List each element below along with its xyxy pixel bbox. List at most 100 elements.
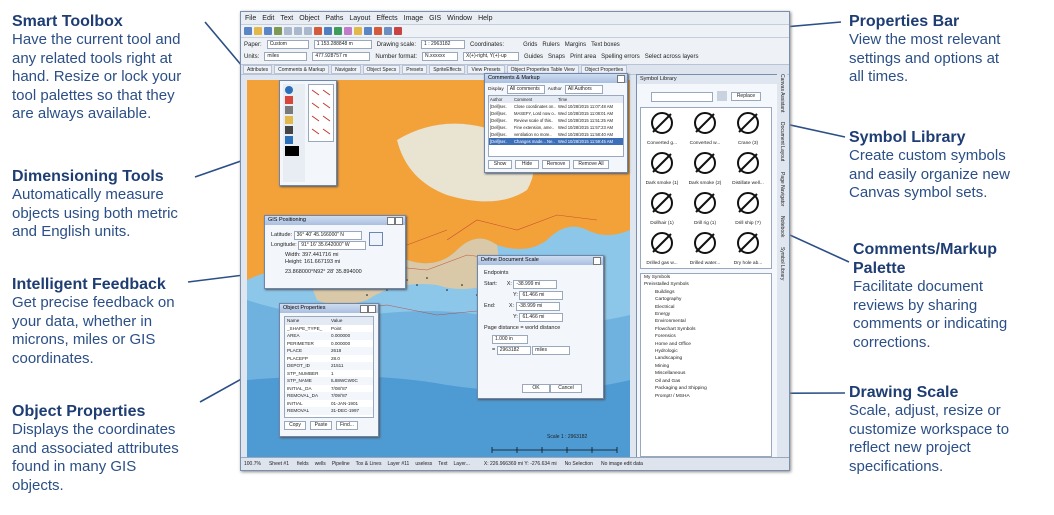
symbol-cell[interactable]: Converted w...: [684, 108, 726, 146]
cancel-button[interactable]: Cancel: [550, 384, 582, 393]
layer-tab[interactable]: Layer...: [453, 461, 469, 467]
table-row[interactable]: PLACEFP 28.0: [285, 355, 373, 363]
symbol-cell[interactable]: Drill ship (?): [727, 188, 769, 226]
check-print-area[interactable]: Print area: [570, 54, 596, 60]
side-tab[interactable]: Page Navigator: [779, 172, 785, 206]
close-icon[interactable]: [368, 305, 376, 313]
ok-button[interactable]: OK: [522, 384, 550, 393]
table-row[interactable]: [Dell]ser.. ventilation no more.. Wed 10/2…: [489, 131, 623, 138]
tree-item[interactable]: Preinstalled Symbols: [641, 281, 771, 288]
dimension-tools-icons[interactable]: [309, 85, 333, 141]
binoculars-icon[interactable]: [717, 91, 727, 101]
open-icon[interactable]: [254, 27, 262, 35]
show-button[interactable]: Show: [488, 160, 512, 169]
tree-item[interactable]: Mining: [641, 363, 771, 370]
find-button[interactable]: Find...: [336, 421, 358, 430]
page-distance-field[interactable]: 1.000 in: [492, 335, 528, 344]
gis-icon[interactable]: [374, 27, 382, 35]
fill-tool-icon[interactable]: [285, 126, 293, 134]
menu-gis[interactable]: GIS: [429, 15, 441, 22]
y-position-field[interactable]: 477.928757 m: [312, 52, 371, 61]
tree-item[interactable]: Energy: [641, 311, 771, 318]
tree-item[interactable]: My Symbols: [641, 274, 771, 281]
table-row[interactable]: DEPOT_ID 21511: [285, 362, 373, 370]
grid-icon[interactable]: [364, 27, 372, 35]
table-row[interactable]: STP_NAME IL88WCW0C: [285, 377, 373, 385]
pen-tool-icon[interactable]: [285, 106, 293, 114]
tree-item[interactable]: Landscaping: [641, 355, 771, 362]
new-icon[interactable]: [244, 27, 252, 35]
layer-tab[interactable]: Text: [438, 461, 447, 467]
coordinates-select[interactable]: X(+)-right, Y(+)-up: [463, 52, 520, 61]
globe-tool-icon[interactable]: [285, 86, 293, 94]
symbol-search-input[interactable]: [651, 92, 713, 102]
start-x-field[interactable]: -38.999 mi: [513, 280, 558, 289]
world-unit-select[interactable]: miles: [532, 346, 571, 355]
table-row[interactable]: _SHAPE_TYPE_ Point: [285, 325, 373, 333]
globe-icon[interactable]: [384, 27, 392, 35]
table-row[interactable]: INITIAL_DA 7/08/'87: [285, 385, 373, 393]
symbol-cell[interactable]: Converted g...: [641, 108, 683, 146]
menu-object[interactable]: Object: [299, 15, 319, 22]
tab-presets[interactable]: Presets: [402, 65, 428, 74]
help-icon[interactable]: [394, 27, 402, 35]
symbol-cell[interactable]: Dry hole ab...: [727, 228, 769, 266]
copy-button[interactable]: Copy: [284, 421, 306, 430]
number-format-select[interactable]: N.xxxxxx: [422, 52, 459, 61]
side-tab[interactable]: Canvas Assistant: [779, 74, 785, 112]
check-grids[interactable]: Grids: [523, 42, 537, 48]
tab-attributes[interactable]: Attributes: [243, 65, 273, 74]
tab-navigator[interactable]: Navigator: [331, 65, 361, 74]
check-spelling[interactable]: Spelling errors: [601, 54, 640, 60]
symbol-cell[interactable]: Drilled water...: [684, 228, 726, 266]
hide-button[interactable]: Hide: [515, 160, 539, 169]
symbol-cell[interactable]: Dark smoke (1): [641, 148, 683, 186]
paste-icon[interactable]: [304, 27, 312, 35]
tree-item[interactable]: Buildings: [641, 289, 771, 296]
check-margins[interactable]: Margins: [565, 42, 586, 48]
tree-item[interactable]: Home and Office: [641, 341, 771, 348]
check-guides[interactable]: Guides: [524, 54, 543, 60]
side-tab[interactable]: Document Layout: [779, 122, 785, 161]
menu-file[interactable]: File: [245, 15, 256, 22]
menu-layout[interactable]: Layout: [349, 15, 370, 22]
table-row[interactable]: [Dell]ser.. Close coordinates on.. Wed 10/…: [489, 103, 623, 110]
effects-icon[interactable]: [344, 27, 352, 35]
check-select-across-layers[interactable]: Select across layers: [645, 54, 699, 60]
tree-item[interactable]: Hydrologic: [641, 348, 771, 355]
close-icon[interactable]: [593, 257, 601, 265]
layer-tab[interactable]: useless: [415, 461, 432, 467]
side-tab[interactable]: Notebook: [779, 216, 785, 237]
select-tool-icon[interactable]: [285, 96, 293, 104]
menu-image[interactable]: Image: [404, 15, 423, 22]
table-row[interactable]: [Dell]ser.. Changes made... Ne.. Wed 10/28…: [489, 138, 623, 145]
close-icon[interactable]: [395, 217, 403, 225]
table-row[interactable]: REMOVAL 31-DEC-1997: [285, 407, 373, 415]
table-row[interactable]: [Dell]ser.. Review scale of this.. Wed 10/…: [489, 117, 623, 124]
menu-window[interactable]: Window: [447, 15, 472, 22]
table-row[interactable]: STP_NUMBER 1: [285, 370, 373, 378]
tree-item[interactable]: Miscellaneous: [641, 370, 771, 377]
layer-tab[interactable]: Layer #11: [387, 461, 409, 467]
remove-all-button[interactable]: Remove All: [573, 160, 609, 169]
author-select[interactable]: All Authors: [564, 85, 603, 94]
zoom-level[interactable]: 100.7%: [244, 461, 261, 467]
table-row[interactable]: [Dell]ser.. MASEFY, Lord now o.. Wed 10/28…: [489, 110, 623, 117]
menu-edit[interactable]: Edit: [262, 15, 274, 22]
world-distance-field[interactable]: 2963182: [496, 346, 531, 355]
symbol-cell[interactable]: Drilled gas w...: [641, 228, 683, 266]
remove-button[interactable]: Remove: [542, 160, 570, 169]
zoom-tool-icon[interactable]: [285, 136, 293, 144]
replace-button[interactable]: Replace: [731, 92, 761, 101]
tree-item[interactable]: Cartography: [641, 296, 771, 303]
tree-item[interactable]: Electrical: [641, 304, 771, 311]
tab-spriteeffects[interactable]: SpriteEffects: [429, 65, 466, 74]
cut-icon[interactable]: [284, 27, 292, 35]
display-select[interactable]: All comments: [506, 85, 545, 94]
layer-tab[interactable]: fields: [297, 461, 309, 467]
start-y-field[interactable]: 61.466 mi: [519, 291, 564, 300]
zoom-icon[interactable]: [354, 27, 362, 35]
tree-item[interactable]: Flowchart Symbols: [641, 326, 771, 333]
color-swatch-icon[interactable]: [285, 146, 299, 156]
end-y-field[interactable]: 61.466 mi: [519, 313, 564, 322]
